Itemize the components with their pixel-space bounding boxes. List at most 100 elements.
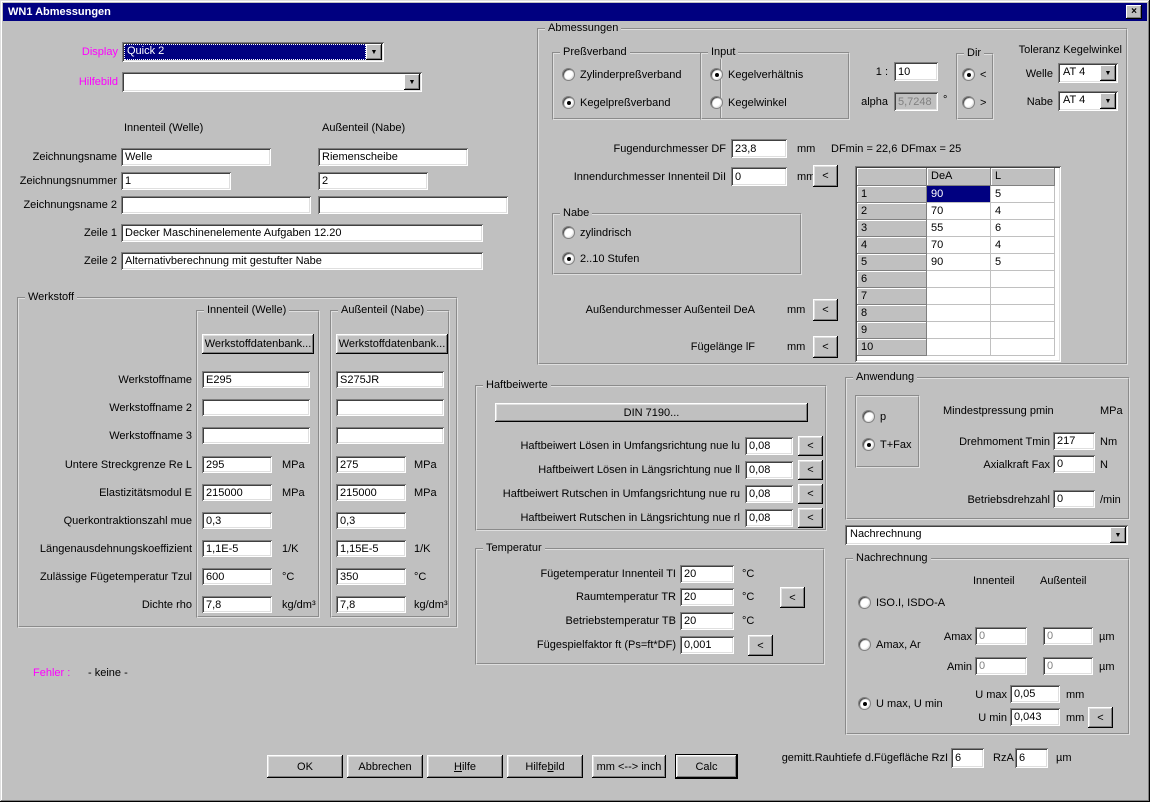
kegel-ratio-input[interactable]: [894, 62, 938, 81]
table-row-header[interactable]: 1: [857, 186, 927, 203]
table-cell[interactable]: [927, 305, 991, 322]
querkontraktion-outer-input[interactable]: [336, 512, 406, 529]
chevron-down-icon[interactable]: ▼: [1110, 527, 1126, 543]
nue-lu-input[interactable]: [745, 437, 793, 455]
werkstoffname-inner-input[interactable]: [202, 371, 310, 388]
zeichnungsnummer-inner-input[interactable]: [121, 172, 231, 190]
fuegetemperatur-inner-input[interactable]: [202, 568, 272, 585]
radio-zylinderpressverband[interactable]: Zylinderpreßverband: [562, 68, 682, 81]
table-cell[interactable]: 4: [991, 237, 1055, 254]
chevron-down-icon[interactable]: ▼: [404, 74, 420, 90]
table-cell[interactable]: [991, 288, 1055, 305]
nue-ru-apply-button[interactable]: <: [798, 484, 823, 504]
innendurchmesser-apply-button[interactable]: <: [813, 165, 838, 187]
title-bar[interactable]: WN1 Abmessungen ×: [3, 3, 1147, 21]
radio-kegelverhaeltnis[interactable]: Kegelverhältnis: [710, 68, 803, 81]
fuegetemperatur-outer-input[interactable]: [336, 568, 406, 585]
nue-rl-input[interactable]: [745, 509, 793, 527]
toleranz-welle-combobox[interactable]: AT 4 ▼: [1058, 63, 1118, 83]
temperatur-apply-button[interactable]: <: [780, 587, 805, 608]
help-button[interactable]: Hilfe: [427, 755, 503, 778]
zeichnungsname-outer-input[interactable]: [318, 148, 468, 166]
chevron-down-icon[interactable]: ▼: [366, 44, 382, 60]
table-cell[interactable]: [991, 322, 1055, 339]
nue-ru-input[interactable]: [745, 485, 793, 503]
radio-t-fax[interactable]: T+Fax: [862, 438, 911, 451]
radio-amax-ar[interactable]: Amax, Ar: [858, 638, 921, 651]
zeichnungsname2-inner-input[interactable]: [121, 196, 311, 214]
fuegetemperatur-ti-input[interactable]: [680, 565, 734, 583]
innendurchmesser-input[interactable]: [731, 167, 787, 186]
radio-iso[interactable]: ISO.I, ISDO-A: [858, 596, 945, 609]
nue-ll-apply-button[interactable]: <: [798, 460, 823, 480]
drehmoment-input[interactable]: [1053, 432, 1095, 450]
werkstoffdatenbank-outer-button[interactable]: Werkstoffdatenbank...: [336, 334, 448, 354]
radio-zylindrisch[interactable]: zylindrisch: [562, 226, 631, 239]
table-row-header[interactable]: 10: [857, 339, 927, 356]
fuegelaenge-apply-button[interactable]: <: [813, 336, 838, 358]
table-cell[interactable]: [927, 288, 991, 305]
table-cell[interactable]: [927, 322, 991, 339]
hilfebild-combobox[interactable]: ▼: [122, 72, 422, 92]
table-cell[interactable]: 70: [927, 203, 991, 220]
werkstoffname-outer-input[interactable]: [336, 371, 444, 388]
emodul-outer-input[interactable]: [336, 484, 406, 501]
zeile1-input[interactable]: [121, 224, 483, 242]
dichte-outer-input[interactable]: [336, 596, 406, 613]
umax-input[interactable]: [1010, 685, 1060, 703]
zeile2-input[interactable]: [121, 252, 483, 270]
table-row-header[interactable]: 5: [857, 254, 927, 271]
umin-apply-button[interactable]: <: [1088, 707, 1113, 728]
aussendurchmesser-apply-button[interactable]: <: [813, 299, 838, 321]
table-cell[interactable]: 70: [927, 237, 991, 254]
table-cell[interactable]: 90: [927, 254, 991, 271]
ok-button[interactable]: OK: [267, 755, 343, 778]
table-header-l[interactable]: L: [991, 168, 1055, 186]
mm-inch-button[interactable]: mm <--> inch: [592, 755, 666, 778]
radio-kegelpressverband[interactable]: Kegelpreßverband: [562, 96, 671, 109]
betriebstemperatur-input[interactable]: [680, 612, 734, 630]
zeichnungsname2-outer-input[interactable]: [318, 196, 508, 214]
streckgrenze-inner-input[interactable]: [202, 456, 272, 473]
table-row-header[interactable]: 2: [857, 203, 927, 220]
close-icon[interactable]: ×: [1126, 5, 1142, 19]
werkstoffname2-outer-input[interactable]: [336, 399, 444, 416]
table-row-header[interactable]: 7: [857, 288, 927, 305]
radio-dir-left[interactable]: <: [962, 68, 986, 81]
rzi-input[interactable]: [951, 748, 984, 768]
table-row-header[interactable]: 4: [857, 237, 927, 254]
querkontraktion-inner-input[interactable]: [202, 512, 272, 529]
radio-umax-umin[interactable]: U max, U min: [858, 697, 943, 710]
betriebsdrehzahl-input[interactable]: [1053, 490, 1095, 508]
rza-input[interactable]: [1015, 748, 1048, 768]
fugendurchmesser-input[interactable]: [731, 139, 787, 158]
table-cell[interactable]: [927, 339, 991, 356]
table-cell[interactable]: 5: [991, 254, 1055, 271]
cancel-button[interactable]: Abbrechen: [347, 755, 423, 778]
radio-dir-right[interactable]: >: [962, 96, 986, 109]
dichte-inner-input[interactable]: [202, 596, 272, 613]
emodul-inner-input[interactable]: [202, 484, 272, 501]
table-cell[interactable]: [991, 305, 1055, 322]
table-cell[interactable]: 5: [991, 186, 1055, 203]
streckgrenze-outer-input[interactable]: [336, 456, 406, 473]
chevron-down-icon[interactable]: ▼: [1100, 93, 1116, 109]
nue-ll-input[interactable]: [745, 461, 793, 479]
calc-button[interactable]: Calc: [675, 754, 738, 779]
werkstoffname2-inner-input[interactable]: [202, 399, 310, 416]
table-cell[interactable]: [927, 271, 991, 288]
berechnungsart-combobox[interactable]: Nachrechnung ▼: [845, 525, 1128, 545]
radio-kegelwinkel[interactable]: Kegelwinkel: [710, 96, 787, 109]
table-cell[interactable]: [991, 271, 1055, 288]
zeichnungsnummer-outer-input[interactable]: [318, 172, 428, 190]
radio-p[interactable]: p: [862, 410, 886, 423]
zeichnungsname-inner-input[interactable]: [121, 148, 271, 166]
axialkraft-input[interactable]: [1053, 455, 1095, 473]
table-cell[interactable]: 4: [991, 203, 1055, 220]
werkstoffname3-inner-input[interactable]: [202, 427, 310, 444]
table-cell-selected[interactable]: 90: [927, 186, 991, 203]
table-cell[interactable]: [991, 339, 1055, 356]
laengenausdehnung-outer-input[interactable]: [336, 540, 406, 557]
laengenausdehnung-inner-input[interactable]: [202, 540, 272, 557]
table-row-header[interactable]: 3: [857, 220, 927, 237]
